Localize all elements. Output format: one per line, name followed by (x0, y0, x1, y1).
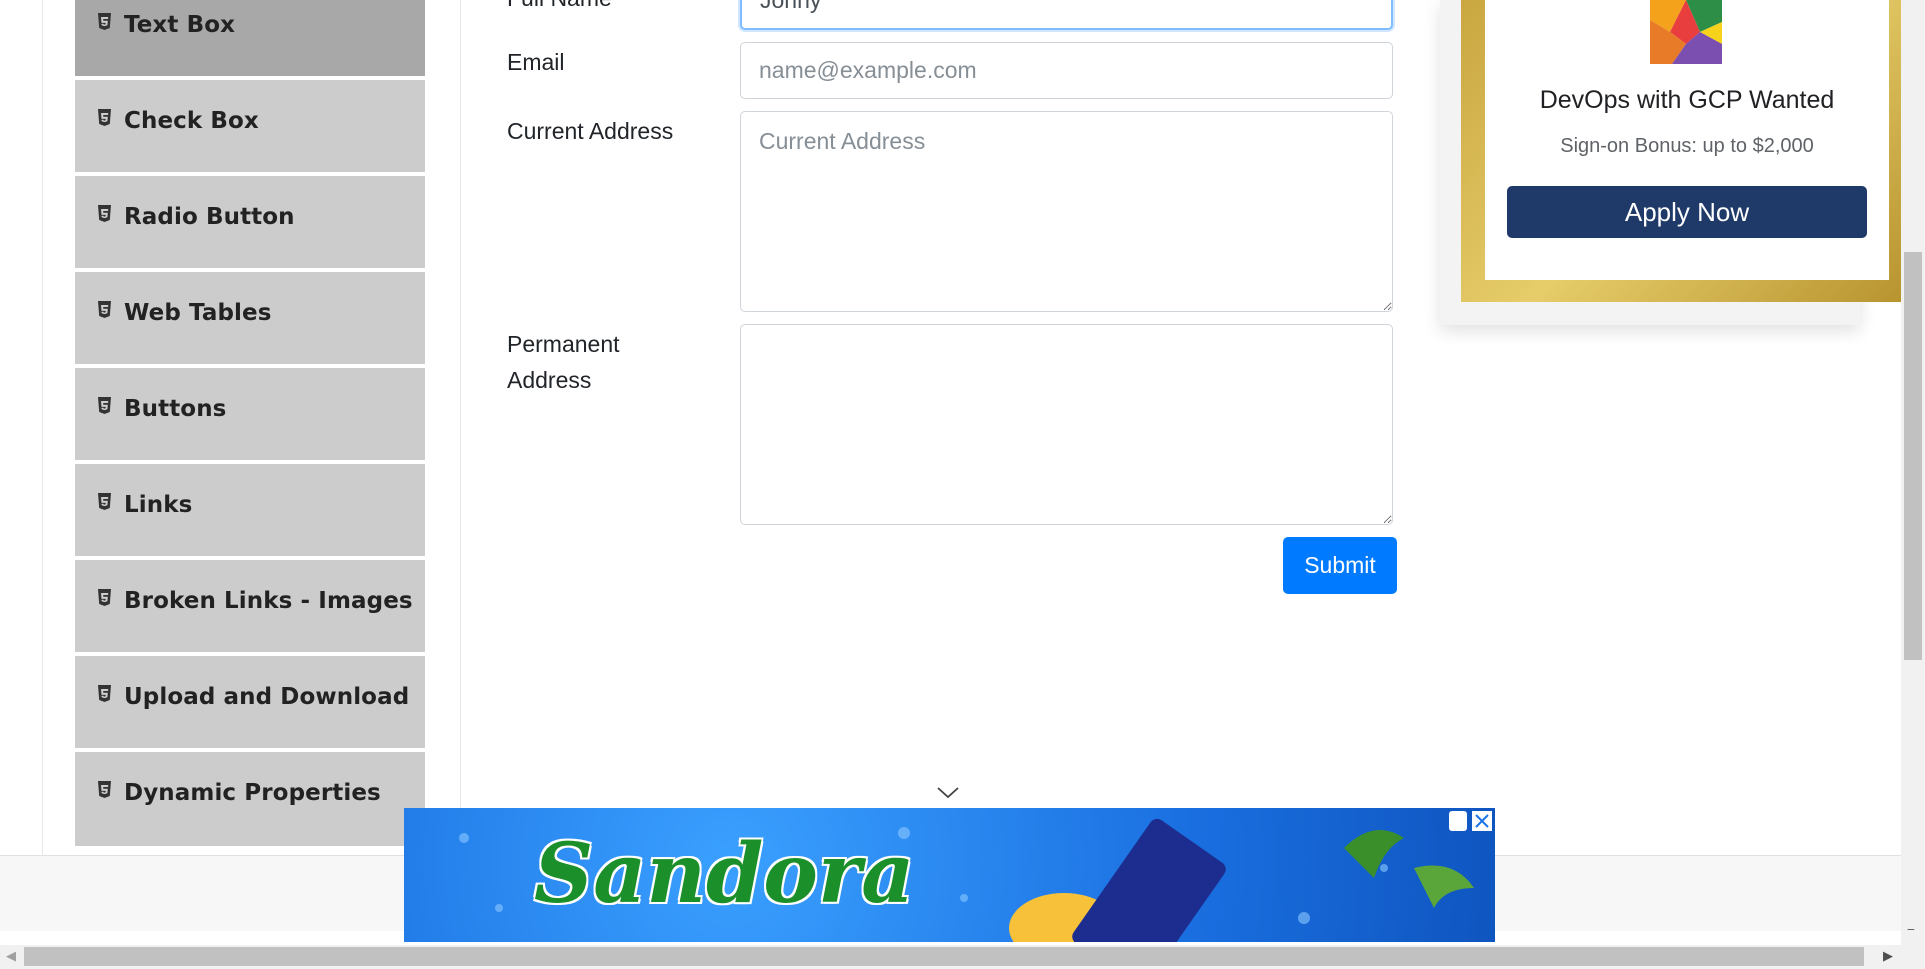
current-address-textarea[interactable] (740, 111, 1393, 312)
ad-subtitle: Sign-on Bonus: up to $2,000 (1560, 135, 1814, 157)
content-divider (460, 0, 461, 855)
html5-icon (98, 13, 111, 30)
sidebar-item-text-box[interactable]: Text Box (75, 0, 425, 78)
close-icon[interactable] (1472, 811, 1492, 831)
scrollbar-corner (1901, 930, 1925, 969)
sidebar-item-label: Upload and Download (124, 684, 410, 710)
sidebar-item-buttons[interactable]: Buttons (75, 368, 425, 462)
email-input[interactable] (740, 42, 1393, 99)
scroll-left-arrow-icon[interactable]: ◀ (6, 948, 16, 964)
sidebar-item-web-tables[interactable]: Web Tables (75, 272, 425, 366)
html5-icon (98, 205, 111, 222)
ad-title: DevOps with GCP Wanted (1539, 86, 1835, 114)
horizontal-scrollbar-thumb[interactable] (24, 947, 1864, 966)
permanent-address-textarea[interactable] (740, 324, 1393, 525)
sidebar-item-dynamic-properties[interactable]: Dynamic Properties (75, 752, 425, 848)
sidebar-item-label: Check Box (124, 108, 259, 134)
html5-icon (98, 109, 111, 126)
current-address-label: Current Address (507, 118, 674, 144)
banner-brand-logo: Sandora (534, 826, 915, 922)
sidebar-item-radio-button[interactable]: Radio Button (75, 176, 425, 270)
sidebar-item-label: Links (124, 492, 193, 518)
scroll-right-arrow-icon[interactable]: ▶ (1883, 948, 1893, 964)
full-name-input[interactable] (740, 0, 1393, 30)
ad-info-icon[interactable] (1449, 811, 1467, 831)
html5-icon (98, 685, 111, 702)
permanent-address-label-line1: Permanent (507, 331, 620, 357)
sidebar-item-check-box[interactable]: Check Box (75, 80, 425, 174)
html5-icon (98, 301, 111, 318)
sidebar-item-label: Radio Button (124, 204, 295, 230)
ad-brand-logo-icon (1650, 0, 1722, 64)
apply-now-button[interactable]: Apply Now (1507, 186, 1867, 238)
sandora-banner-ad[interactable]: Sandora (404, 808, 1495, 942)
sidebar-item-upload-and-download[interactable]: Upload and Download (75, 656, 425, 750)
sidebar-item-links[interactable]: Links (75, 464, 425, 558)
submit-button[interactable]: Submit (1283, 537, 1397, 594)
sidebar-item-label: Broken Links - Images (124, 588, 413, 614)
html5-icon (98, 493, 111, 510)
html5-icon (98, 589, 111, 606)
sidebar-item-broken-links-images[interactable]: Broken Links - Images (75, 560, 425, 654)
sidebar-item-label: Text Box (124, 12, 236, 38)
permanent-address-label-line2: Address (507, 367, 592, 393)
html5-icon (98, 397, 111, 414)
vertical-scrollbar-thumb[interactable] (1904, 252, 1922, 660)
sidebar-item-label: Web Tables (124, 300, 272, 326)
email-label: Email (507, 49, 565, 75)
sidebar-item-label: Dynamic Properties (124, 780, 381, 806)
chevron-down-icon[interactable] (936, 785, 960, 801)
sidebar-item-label: Buttons (124, 396, 227, 422)
html5-icon (98, 781, 111, 798)
full-name-label: Full Name (507, 0, 612, 16)
left-divider (42, 0, 43, 855)
